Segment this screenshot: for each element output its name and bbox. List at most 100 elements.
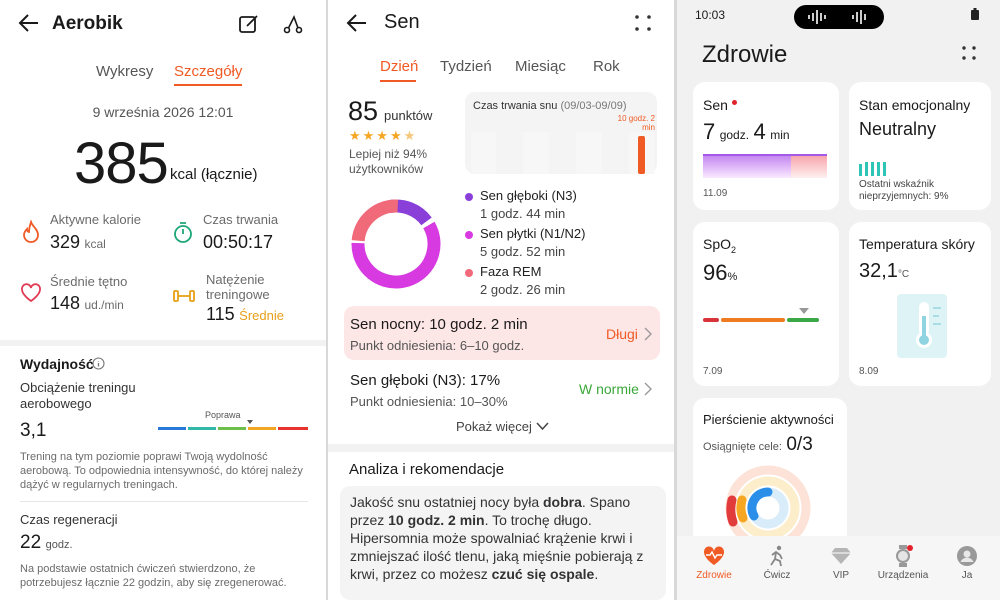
scale-label: Poprawa: [205, 410, 241, 420]
sleep-tile[interactable]: Sen 7 godz. 4 min 11.09: [693, 82, 839, 210]
rating-stars: ★★★★★: [349, 128, 418, 143]
metric-label: Aktywne kalorie: [50, 212, 142, 227]
audio-wave-icon: [808, 10, 866, 24]
page-title: Sen: [384, 11, 420, 33]
tile-date: 8.09: [859, 366, 879, 377]
tab-month[interactable]: Miesiąc: [515, 58, 566, 75]
nav-me[interactable]: Ja: [935, 570, 999, 581]
edit-icon[interactable]: [238, 13, 260, 35]
tile-label: Pierścienie aktywności: [703, 412, 834, 427]
tile-label: Sen: [703, 97, 728, 113]
sleep-minutes-unit: min: [770, 128, 790, 142]
metric-label: Czas trwania: [203, 212, 279, 227]
vip-diamond-icon[interactable]: [830, 547, 852, 565]
load-scale-bar: [158, 420, 308, 430]
analysis-highlight: czuć się ospale: [491, 566, 595, 582]
analysis-card: Jakość snu ostatniej nocy była dobra. Sp…: [340, 486, 666, 600]
metric-value-row: 329 kcal: [50, 232, 106, 253]
deep-sleep-status[interactable]: W normie: [579, 381, 639, 397]
calories-total: 385: [74, 131, 169, 196]
bottom-nav: [677, 536, 1000, 600]
legend: Sen głęboki (N3) 1 godz. 44 min Sen płyt…: [465, 188, 585, 297]
thermometer-illustration-icon: [897, 294, 947, 358]
analysis-highlight: dobra: [543, 494, 582, 510]
page-title: Aerobik: [52, 13, 123, 34]
night-sleep-ref: Punkt odniesienia: 6–10 godz.: [350, 338, 525, 353]
workout-panel: Aerobik Wykresy Szczegóły 9 września 202…: [0, 0, 326, 600]
activity-rings-tile[interactable]: Pierścienie aktywności Osiągnięte cele: …: [693, 398, 847, 548]
nav-health[interactable]: Zdrowie: [682, 570, 746, 581]
chart-bar: [638, 136, 645, 174]
sleep-hours-unit: godz.: [719, 128, 750, 142]
back-arrow-icon[interactable]: [346, 12, 368, 34]
route-icon[interactable]: [282, 13, 304, 35]
recovery-value-row: 22 godz.: [20, 532, 73, 554]
metric-unit: kcal: [84, 237, 106, 251]
duration-chart-card[interactable]: Czas trwania snu (09/03-09/09) 10 godz. …: [465, 92, 657, 174]
chart-title: Czas trwania snu: [473, 100, 558, 112]
more-icon[interactable]: [634, 14, 652, 32]
recovery-value: 22: [20, 532, 42, 553]
goal-label: Osiągnięte cele:: [703, 441, 782, 453]
profile-avatar-icon[interactable]: [957, 546, 977, 566]
mood-bars-icon: [859, 162, 886, 176]
skin-temp-tile[interactable]: Temperatura skóry 32,1°C 8.09: [849, 222, 991, 386]
tab-day[interactable]: Dzień: [380, 58, 418, 75]
notification-dot: [907, 545, 913, 551]
tile-label: Stan emocjonalny: [859, 97, 971, 113]
recovery-description: Na podstawie ostatnich ćwiczeń stwierdzo…: [20, 563, 287, 589]
goal-row: Osiągnięte cele: 0/3: [703, 434, 813, 456]
calories-unit: kcal (łącznie): [170, 166, 258, 183]
chevron-down-icon[interactable]: [536, 422, 549, 431]
info-icon[interactable]: [92, 357, 105, 370]
chevron-right-icon[interactable]: [644, 382, 652, 396]
chart-column-bg: [602, 132, 628, 174]
dynamic-island: [794, 5, 884, 29]
analysis-title: Analiza i rekomendacje: [349, 461, 505, 478]
spo2-tile[interactable]: SpO2 96% 7.09: [693, 222, 839, 386]
chart-range: (09/03-09/09): [560, 100, 627, 112]
stopwatch-icon: [174, 222, 192, 243]
dumbbell-icon: [173, 290, 195, 302]
nav-exercise[interactable]: Ćwicz: [745, 570, 809, 581]
show-more-button[interactable]: Pokaż więcej: [456, 419, 532, 434]
flame-icon: [23, 220, 39, 243]
legend-item: Faza REM: [465, 264, 585, 279]
chart-column-bg: [549, 132, 576, 174]
chevron-right-icon: [644, 327, 652, 341]
heart-icon: [21, 283, 41, 303]
tab-year[interactable]: Rok: [593, 58, 620, 75]
duration-chart: [471, 132, 654, 174]
back-arrow-icon[interactable]: [18, 12, 40, 34]
recovery-unit: godz.: [45, 539, 73, 551]
deep-sleep-title: Sen głęboki (N3): 17%: [350, 372, 501, 389]
load-label: Obciążenie treningu aerobowego: [20, 380, 136, 411]
nav-devices[interactable]: Urządzenia: [871, 570, 935, 581]
divider: [20, 501, 308, 502]
score-unit: punktów: [384, 108, 433, 123]
status-time: 10:03: [695, 8, 726, 22]
legend-item: Sen płytki (N1/N2): [465, 226, 585, 241]
legend-name: Sen płytki (N1/N2): [480, 226, 586, 241]
metric-value-row: 148 ud./min: [50, 293, 124, 314]
mood-tile[interactable]: Stan emocjonalny Neutralny Ostatni wskaź…: [849, 82, 991, 210]
tab-details[interactable]: Szczegóły: [174, 63, 242, 80]
chart-title-row: Czas trwania snu (09/03-09/09): [473, 100, 626, 112]
tab-charts[interactable]: Wykresy: [96, 63, 153, 80]
running-icon[interactable]: [768, 545, 786, 567]
tile-date: 11.09: [703, 188, 728, 199]
legend-name: Sen głęboki (N3): [480, 188, 577, 203]
night-sleep-row[interactable]: Sen nocny: 10 godz. 2 min Punkt odniesie…: [344, 306, 660, 360]
tab-indicator: [380, 80, 416, 82]
chart-column-bg: [523, 132, 549, 174]
tab-week[interactable]: Tydzień: [440, 58, 492, 75]
health-heart-icon[interactable]: [703, 546, 725, 566]
bar-label: 10 godz. 2 min: [617, 114, 655, 132]
night-sleep-status: Długi: [606, 326, 638, 342]
more-icon[interactable]: [961, 45, 977, 61]
sleep-stage-bar: [703, 154, 827, 178]
metric-label: Natężenie treningowe: [206, 272, 270, 302]
nav-vip[interactable]: VIP: [809, 570, 873, 581]
chart-column-bg: [497, 132, 523, 174]
sleep-hours: 7: [703, 119, 716, 144]
